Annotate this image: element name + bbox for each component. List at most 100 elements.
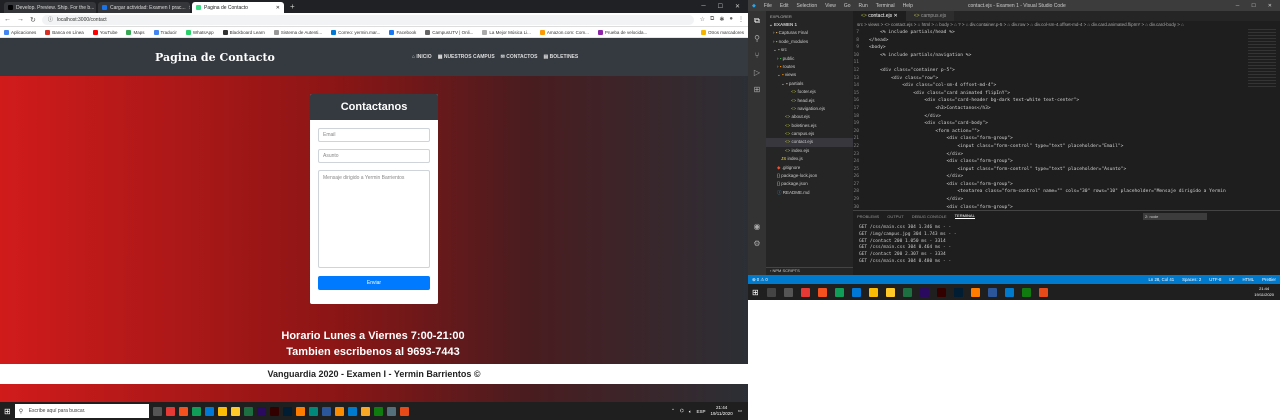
menu-icon[interactable]: ⋮ [738,16,744,23]
app-icon[interactable] [386,406,396,416]
maximize-icon[interactable]: ☐ [718,3,723,10]
code-line[interactable]: 28 <textarea class="form-control" name="… [853,188,1280,196]
app-icon[interactable] [360,406,370,416]
chrome-icon[interactable] [868,287,878,297]
code-line[interactable]: 9 <body> [853,44,1280,52]
browser-tab-1[interactable]: Develop. Preview. Ship. For the b...✕ [4,2,96,13]
bookmark-item[interactable]: CampusUTV | Onli... [425,29,473,35]
eol-status[interactable]: LF [1229,277,1234,282]
nav-link-contactos[interactable]: ✉ CONTACTOS [501,54,538,60]
extension-icon[interactable]: ⧉ [710,16,714,23]
ai-icon[interactable] [295,406,305,416]
tree-item[interactable]: {} package.json [766,180,853,188]
windows-start-icon[interactable]: ⊞ [4,407,11,416]
edge-icon[interactable] [191,406,201,416]
problems-status[interactable]: ⊗ 0 ⚠ 0 [752,277,768,283]
tree-item[interactable]: <> boletines.ejs [766,122,853,130]
tree-item[interactable]: <> about.ejs [766,113,853,121]
nav-link-boletines[interactable]: ▤ BOLETINES [543,54,578,60]
npm-scripts-section[interactable]: › NPM SCRIPTS [766,267,853,275]
language-indicator[interactable]: ESP [697,409,706,414]
excel-icon[interactable] [243,406,253,416]
extensions-icon[interactable]: ⊞ [754,85,761,94]
close-icon[interactable]: ✕ [276,5,280,11]
code-line[interactable]: 27 <div class="form-group"> [853,181,1280,189]
message-textarea[interactable]: Mensaje dirigido a Yermin Barrientos [318,170,430,268]
tree-item[interactable]: <> campus.ejs [766,130,853,138]
premiere-icon[interactable] [919,287,929,297]
code-line[interactable]: 18 </div> [853,113,1280,121]
cursor-position[interactable]: Ln 28, Col 41 [1149,277,1175,282]
tree-item[interactable]: <> index.ejs [766,147,853,155]
tree-item[interactable]: ⌄ ▪ src [766,46,853,54]
tab-output[interactable]: OUTPUT [887,214,903,219]
xbox-icon[interactable] [1021,287,1031,297]
chrome-icon[interactable] [217,406,227,416]
excel-icon[interactable] [902,287,912,297]
word-icon[interactable] [987,287,997,297]
code-line[interactable]: 19 <div class="card-body"> [853,120,1280,128]
app-icon[interactable] [399,406,409,416]
premiere-icon[interactable] [256,406,266,416]
code-line[interactable]: 10 <% include partials/navigation %> [853,52,1280,60]
app-icon[interactable] [334,406,344,416]
menu-view[interactable]: View [825,3,836,9]
tree-item[interactable]: <> head.ejs [766,97,853,105]
code-line[interactable]: 29 </div> [853,196,1280,204]
photoshop-icon[interactable] [282,406,292,416]
terminal-output[interactable]: GET /css/main.css 304 1.346 ms - - GET /i… [853,221,1280,270]
tree-item[interactable]: ⌄ ▪ partials [766,80,853,88]
code-line[interactable]: 20 <form action=""> [853,128,1280,136]
other-bookmarks[interactable]: Otros marcadores [700,29,744,35]
ai-icon[interactable] [970,287,980,297]
vscode-icon[interactable] [1004,287,1014,297]
chevron-up-icon[interactable]: ⌃ [671,408,675,414]
bookmark-item[interactable]: Correo: yermin.mar... [331,29,380,35]
photoshop-icon[interactable] [953,287,963,297]
indentation-status[interactable]: Spaces: 2 [1182,277,1201,282]
tree-item[interactable]: ◆ .gitignore [766,164,853,172]
app-icon[interactable] [800,287,810,297]
editor-tab-campus[interactable]: <> campus.ejs [905,11,955,21]
menu-edit[interactable]: Edit [780,3,789,9]
site-brand[interactable]: Pagina de Contacto [155,51,275,64]
bookmark-item[interactable]: Traducir [153,29,177,35]
code-line[interactable]: 8 </head> [853,37,1280,45]
files-icon[interactable]: ⧉ [754,16,760,26]
word-icon[interactable] [321,406,331,416]
tree-item[interactable]: <> footer.ejs [766,88,853,96]
code-line[interactable]: 7 <% include partials/head %> [853,29,1280,37]
clock[interactable]: 21:44 19/11/2020 [711,405,733,417]
menu-help[interactable]: Help [903,3,913,9]
folder-icon[interactable] [230,406,240,416]
menu-terminal[interactable]: Terminal [876,3,895,9]
edge-icon[interactable] [204,406,214,416]
volume-icon[interactable]: 🔈︎ [689,409,692,414]
code-line[interactable]: 23 </div> [853,151,1280,159]
source-control-icon[interactable]: ⑂ [755,51,760,60]
notification-icon[interactable]: ▭ [738,408,742,414]
bookmark-item[interactable]: Maps [126,29,145,35]
breadcrumb[interactable]: src > views > <> contact.ejs > ⌂ html > … [853,21,1280,29]
app-icon[interactable] [165,406,175,416]
search-icon[interactable]: ⚲ [754,34,760,43]
submit-button[interactable]: Enviar [318,276,430,290]
terminal-select[interactable]: 2: node [1143,213,1207,220]
nav-link-inicio[interactable]: ⌂ INICIO [412,54,432,60]
close-icon[interactable]: ✕ [189,5,190,11]
edge-icon[interactable] [834,287,844,297]
tab-problems[interactable]: PROBLEMS [857,214,879,219]
bookmark-item[interactable]: Blackboard Learn [222,29,265,35]
run-icon[interactable]: ▷ [754,68,760,77]
tree-item[interactable]: ⌄ ▪ views [766,71,853,79]
vscode-icon[interactable] [347,406,357,416]
tab-debug-console[interactable]: DEBUG CONSOLE [912,214,947,219]
url-field[interactable]: ⓘ localhost:3000/contact [41,14,694,25]
bookmark-item[interactable]: YouTube [92,29,117,35]
back-icon[interactable]: ← [4,16,11,23]
bookmark-item[interactable]: Aplicaciones [4,29,36,35]
app-icon[interactable] [308,406,318,416]
code-line[interactable]: 21 <div class="form-group"> [853,135,1280,143]
maximize-icon[interactable]: ☐ [1251,3,1255,9]
code-line[interactable]: 26 </div> [853,173,1280,181]
